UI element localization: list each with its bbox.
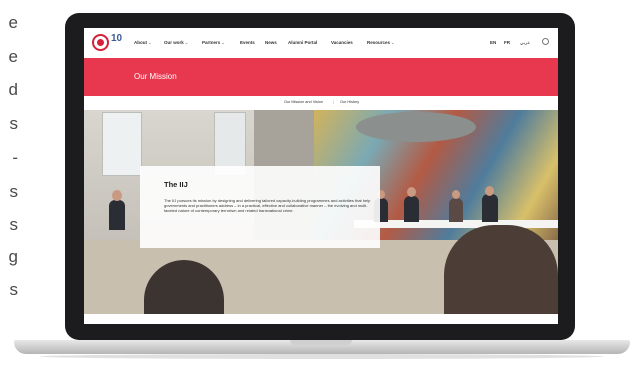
photo-person: [404, 196, 419, 222]
side-text-fragment: -: [12, 148, 18, 167]
side-text-fragment: g: [8, 247, 18, 266]
photo-person-head: [407, 187, 416, 197]
language-ar[interactable]: عربي: [520, 40, 530, 46]
photo-person: [449, 198, 463, 222]
nav-item-partners[interactable]: Partners⌄: [202, 40, 225, 45]
subnav-item-history[interactable]: Our History: [340, 100, 359, 104]
language-en[interactable]: EN: [490, 40, 496, 45]
photo-person: [482, 194, 498, 222]
photo-person-head: [112, 190, 122, 201]
side-text-fragment: s: [9, 114, 19, 133]
chevron-down-icon: ⌄: [148, 40, 152, 45]
page-footer-strip: [84, 314, 558, 324]
nav-item-events[interactable]: Events: [240, 40, 255, 45]
card-body-text: The IIJ pursues its mission by designing…: [164, 198, 371, 214]
side-text-fragment: e: [8, 13, 18, 32]
chevron-down-icon: ⌄: [184, 40, 189, 45]
subnav-item-mission-vision[interactable]: Our Mission and Vision: [284, 100, 323, 104]
nav-label: Vacancies: [331, 40, 353, 45]
photo-person-head: [485, 186, 494, 196]
top-navigation: 10 About⌄ Our work⌄ Partners⌄ Events New…: [84, 28, 558, 58]
nav-item-our-work[interactable]: Our work⌄: [164, 40, 188, 45]
card-title: The IIJ: [164, 180, 188, 189]
side-text-fragment: s: [9, 280, 19, 299]
photo-person-foreground: [444, 225, 558, 314]
page-title: Our Mission: [134, 72, 177, 81]
laptop-opening-notch: [290, 340, 352, 345]
chevron-down-icon: ⌄: [391, 40, 395, 45]
nav-label: Alumni Portal: [288, 40, 318, 45]
iij-logo-icon[interactable]: [92, 34, 109, 51]
search-icon[interactable]: [542, 38, 549, 45]
laptop-shadow: [40, 354, 604, 359]
nav-label: News: [265, 40, 277, 45]
side-text-fragment: s: [9, 182, 19, 201]
chevron-down-icon: ⌄: [221, 40, 225, 45]
language-fr[interactable]: FR: [504, 40, 510, 45]
photo-person: [109, 200, 125, 230]
nav-item-about[interactable]: About⌄: [134, 40, 151, 45]
nav-label: Resources: [367, 40, 391, 45]
nav-label: Events: [240, 40, 255, 45]
laptop-screen: 10 About⌄ Our work⌄ Partners⌄ Events New…: [84, 28, 558, 324]
side-text-fragment: d: [8, 80, 18, 99]
side-text-fragment: s: [9, 215, 19, 234]
side-text-fragment: e: [8, 47, 18, 66]
nav-item-vacancies[interactable]: Vacancies: [331, 40, 353, 45]
subnav-divider: |: [333, 100, 334, 104]
nav-item-resources[interactable]: Resources⌄: [367, 40, 394, 45]
photo-window: [102, 112, 142, 176]
nav-item-news[interactable]: News: [265, 40, 277, 45]
nav-label: Our work: [164, 40, 184, 45]
photo-person-head: [452, 190, 460, 199]
nav-label: About: [134, 40, 147, 45]
photo-blimp: [356, 112, 476, 142]
nav-label: Partners: [202, 40, 221, 45]
cropped-side-text: e e d s - s s g s: [0, 0, 30, 374]
nav-item-alumni-portal[interactable]: Alumni Portal: [288, 40, 317, 45]
logo-anniversary-number: 10: [111, 33, 123, 44]
